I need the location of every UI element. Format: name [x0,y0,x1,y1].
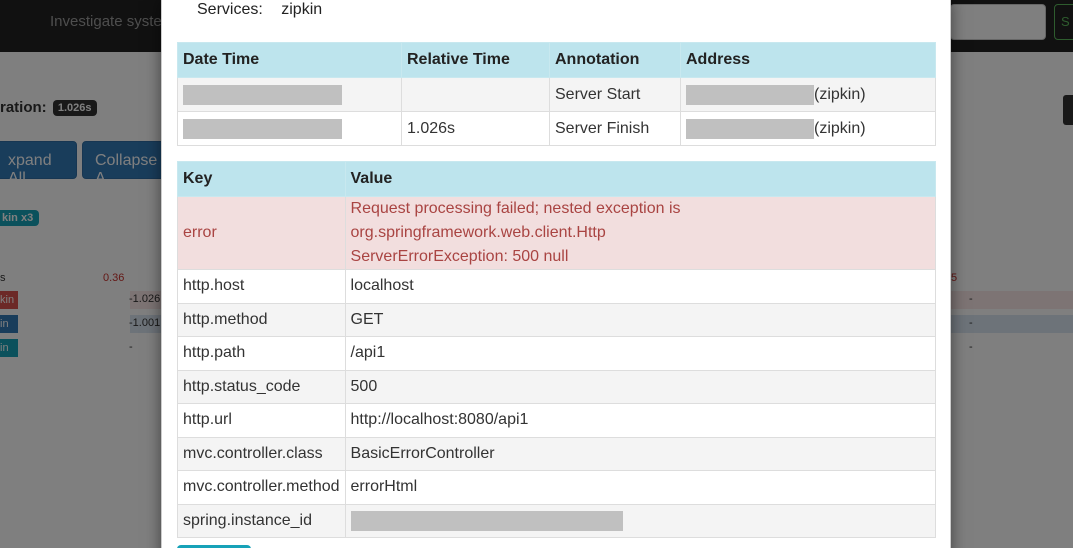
span-detail-modal: Services: zipkin Date Time Relative Time… [161,0,951,548]
col-date-time: Date Time [177,42,402,78]
col-annotation: Annotation [549,42,681,78]
col-value: Value [344,161,937,197]
address-service: (zipkin) [814,85,866,103]
key-cell: mvc.controller.class [177,436,346,471]
key-cell: http.status_code [177,369,346,404]
table-row-error: error Request processing failed; nested … [177,196,937,270]
table-row: http.host localhost [177,269,937,304]
address-service: (zipkin) [814,119,866,137]
value-cell: http://localhost:8080/api1 [344,403,937,438]
key-cell: mvc.controller.method [177,470,346,505]
table-row: 1.026s Server Finish (zipkin) [177,111,936,146]
relative-time-cell: 1.026s [401,111,550,146]
value-cell: /api1 [344,336,937,371]
date-time-cell [177,77,402,112]
value-cell: errorHtml [344,470,937,505]
redacted-value [183,118,342,139]
date-time-cell [177,111,402,146]
services-info: Services: zipkin [197,1,322,19]
table-row: http.url http://localhost:8080/api1 [177,403,937,438]
relative-time-cell [401,77,550,112]
col-key: Key [177,161,346,197]
key-cell: http.path [177,336,346,371]
key-cell: http.url [177,403,346,438]
table-row: mvc.controller.method errorHtml [177,470,937,505]
table-row: http.status_code 500 [177,369,937,404]
key-cell: http.method [177,302,346,337]
value-cell: 500 [344,369,937,404]
table-row: spring.instance_id [177,503,937,538]
annotation-cell: Server Start [549,77,681,112]
value-cell: Request processing failed; nested except… [344,196,937,270]
value-cell: BasicErrorController [344,436,937,471]
table-row: http.method GET [177,302,937,337]
services-value: zipkin [281,1,323,18]
annotations-header-row: Date Time Relative Time Annotation Addre… [177,42,936,78]
value-cell [344,503,937,538]
redacted-value [686,118,814,139]
tags-table: Key Value error Request processing faile… [177,161,937,538]
table-row: Server Start (zipkin) [177,77,936,112]
annotations-table: Date Time Relative Time Annotation Addre… [177,42,936,146]
key-cell: http.host [177,269,346,304]
address-cell: (zipkin) [680,77,936,112]
annotation-cell: Server Finish [549,111,681,146]
value-cell: localhost [344,269,937,304]
error-value-line2: ServerErrorException: 500 null [350,248,569,265]
redacted-value [183,84,342,105]
address-cell: (zipkin) [680,111,936,146]
table-row: mvc.controller.class BasicErrorControlle… [177,436,937,471]
tags-header-row: Key Value [177,161,937,197]
value-cell: GET [344,302,937,337]
key-cell: error [177,196,346,270]
col-relative-time: Relative Time [401,42,550,78]
col-address: Address [680,42,936,78]
table-row: http.path /api1 [177,336,937,371]
error-value-line1: Request processing failed; nested except… [350,200,681,241]
services-label: Services: [197,1,263,18]
key-cell: spring.instance_id [177,503,346,538]
redacted-value [350,510,623,531]
redacted-value [686,84,814,105]
